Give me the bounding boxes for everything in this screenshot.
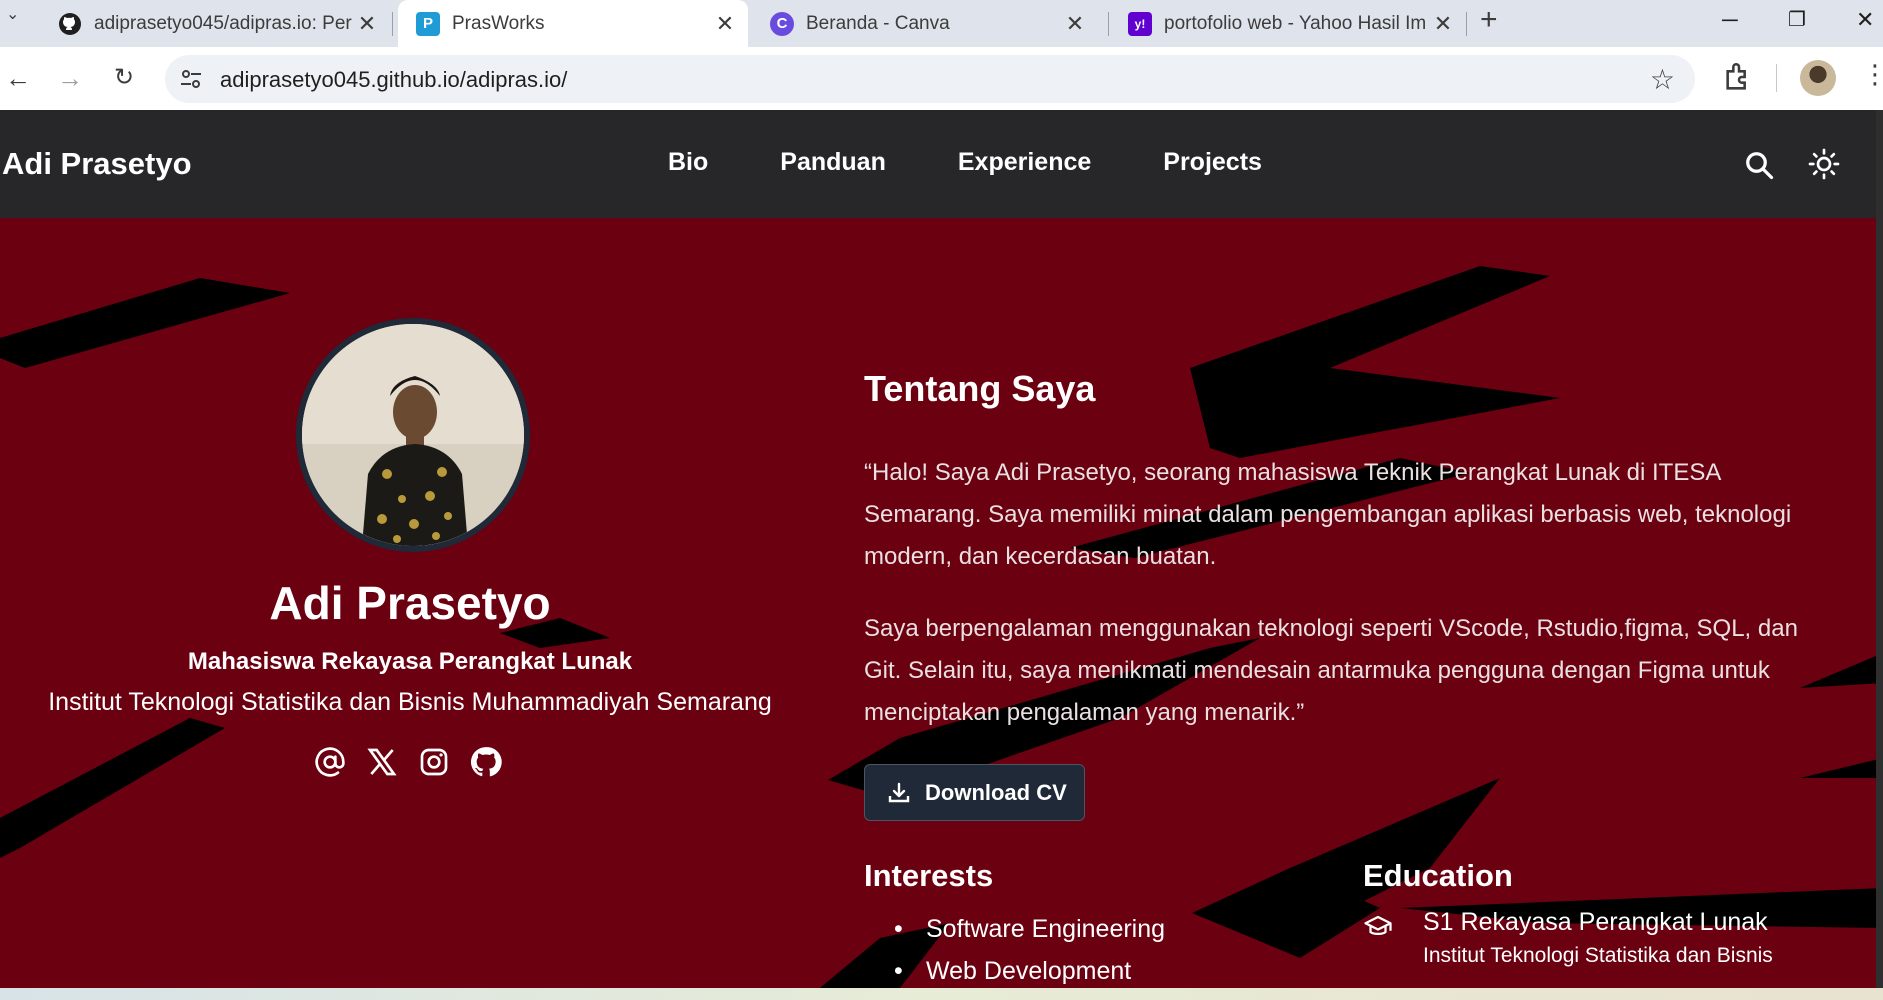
education-degree: S1 Rekayasa Perangkat Lunak bbox=[1423, 908, 1768, 936]
profile-name: Adi Prasetyo bbox=[269, 577, 551, 629]
download-icon bbox=[888, 782, 910, 802]
browser-toolbar: ← → ↻ adiprasetyo045.github.io/adipras.i… bbox=[0, 47, 1883, 110]
close-tab-icon[interactable]: ✕ bbox=[1428, 11, 1458, 37]
github-icon[interactable] bbox=[468, 744, 504, 780]
tab-github[interactable]: adiprasetyo045/adipras.io: Pers ✕ bbox=[40, 0, 390, 47]
profile-photo-image bbox=[302, 324, 524, 546]
tab-separator bbox=[392, 12, 393, 36]
tab-prasworks[interactable]: P PrasWorks ✕ bbox=[398, 0, 748, 47]
tab-canva[interactable]: C Beranda - Canva ✕ bbox=[752, 0, 1098, 47]
bookmark-star-icon[interactable]: ☆ bbox=[1650, 63, 1675, 96]
tab-title: portofolio web - Yahoo Hasil Im bbox=[1164, 12, 1427, 34]
reload-icon[interactable]: ↻ bbox=[106, 60, 142, 96]
tab-separator bbox=[1108, 12, 1109, 36]
window-close-icon[interactable]: ✕ bbox=[1856, 0, 1874, 40]
tab-separator bbox=[1466, 12, 1467, 36]
about-paragraph-1: “Halo! Saya Adi Prasetyo, seorang mahasi… bbox=[864, 459, 1792, 570]
tab-title: PrasWorks bbox=[452, 12, 545, 34]
search-icon[interactable] bbox=[1744, 150, 1774, 180]
nav-link-bio[interactable]: Bio bbox=[668, 148, 708, 177]
about-paragraph-2-wrap: Saya berpengalaman menggunakan teknologi… bbox=[864, 608, 1824, 734]
forward-icon[interactable]: → bbox=[52, 60, 88, 96]
profile-role: Mahasiswa Rekayasa Perangkat Lunak bbox=[187, 648, 633, 675]
tab-title: Beranda - Canva bbox=[806, 12, 950, 34]
education-school: Institut Teknologi Statistika dan Bisnis bbox=[1423, 944, 1773, 967]
url-text: adiprasetyo045.github.io/adipras.io/ bbox=[220, 67, 568, 92]
at-sign-icon[interactable] bbox=[312, 744, 348, 780]
profile-avatar[interactable] bbox=[1800, 60, 1836, 96]
nav-links: Bio Panduan Experience Projects bbox=[668, 148, 1262, 177]
restore-icon[interactable]: ❐ bbox=[1788, 0, 1806, 40]
github-icon bbox=[58, 12, 82, 36]
nav-link-projects[interactable]: Projects bbox=[1163, 148, 1262, 177]
social-links bbox=[312, 744, 504, 780]
address-bar[interactable]: adiprasetyo045.github.io/adipras.io/ ☆ bbox=[165, 55, 1695, 103]
browser-tab-bar: ⌄ adiprasetyo045/adipras.io: Pers ✕ P Pr… bbox=[0, 0, 1883, 47]
nav-link-panduan[interactable]: Panduan bbox=[780, 148, 886, 177]
close-tab-icon[interactable]: ✕ bbox=[352, 11, 382, 37]
instagram-icon[interactable] bbox=[416, 744, 452, 780]
graduation-cap-icon bbox=[1364, 915, 1392, 935]
toolbar-divider bbox=[1776, 64, 1777, 92]
page-scrollbar[interactable] bbox=[1876, 110, 1883, 988]
about-title: Tentang Saya bbox=[864, 368, 1096, 409]
interests-list: Software Engineering Web Development bbox=[894, 908, 1294, 988]
extensions-icon[interactable] bbox=[1722, 60, 1756, 94]
minimize-icon[interactable]: ─ bbox=[1722, 0, 1738, 40]
x-twitter-icon[interactable] bbox=[364, 744, 400, 780]
new-tab-icon[interactable]: + bbox=[1480, 0, 1498, 40]
interest-item: Web Development bbox=[894, 950, 1294, 988]
about-paragraph-2: Saya berpengalaman menggunakan teknologi… bbox=[864, 615, 1798, 726]
site-brand[interactable]: Adi Prasetyo bbox=[2, 146, 192, 182]
download-cv-label: Download CV bbox=[925, 779, 1067, 805]
os-taskbar-edge bbox=[0, 988, 1883, 1000]
download-cv-button[interactable]: Download CV bbox=[864, 764, 1085, 821]
tab-yahoo[interactable]: y! portofolio web - Yahoo Hasil Im ✕ bbox=[1110, 0, 1466, 47]
profile-institution: Institut Teknologi Statistika dan Bisnis… bbox=[48, 688, 772, 716]
profile-photo bbox=[296, 318, 530, 552]
more-menu-icon[interactable]: ⋮ bbox=[1862, 59, 1883, 90]
back-icon[interactable]: ← bbox=[0, 60, 36, 96]
site-info-icon[interactable] bbox=[179, 67, 203, 91]
theme-toggle-sun-icon[interactable] bbox=[1808, 148, 1840, 180]
education-title: Education bbox=[1363, 858, 1513, 893]
interests-title: Interests bbox=[864, 858, 994, 893]
tab-search-chevron-icon[interactable]: ⌄ bbox=[6, 4, 19, 24]
close-tab-icon[interactable]: ✕ bbox=[1060, 11, 1090, 37]
tab-title: adiprasetyo045/adipras.io: Pers bbox=[94, 12, 352, 34]
close-tab-icon[interactable]: ✕ bbox=[710, 11, 740, 37]
canva-favicon-icon: C bbox=[770, 11, 794, 36]
site-navbar: Adi Prasetyo Bio Panduan Experience Proj… bbox=[0, 110, 1883, 218]
about-paragraph-1-wrap: “Halo! Saya Adi Prasetyo, seorang mahasi… bbox=[864, 452, 1824, 578]
prasworks-favicon-icon: P bbox=[416, 11, 440, 36]
yahoo-favicon-icon: y! bbox=[1128, 11, 1152, 36]
interest-item: Software Engineering bbox=[894, 908, 1294, 950]
hero-section: Adi Prasetyo Mahasiswa Rekayasa Perangka… bbox=[0, 218, 1883, 988]
about-section: Tentang Saya bbox=[864, 368, 1824, 410]
nav-link-experience[interactable]: Experience bbox=[958, 148, 1091, 177]
